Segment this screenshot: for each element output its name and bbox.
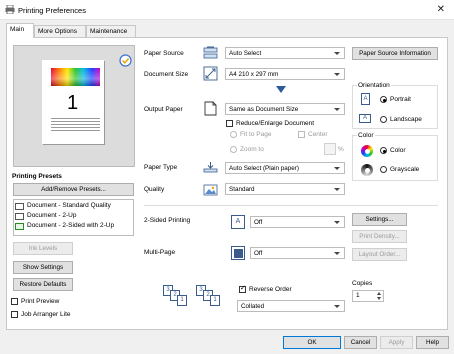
paper-source-select[interactable]: Auto Select bbox=[225, 47, 345, 59]
presets-heading: Printing Presets bbox=[12, 173, 62, 180]
print-density-button[interactable]: Print Density... bbox=[352, 230, 407, 243]
paper-type-label: Paper Type bbox=[144, 164, 178, 171]
landscape-icon: A bbox=[359, 114, 371, 123]
grayscale-icon-center bbox=[364, 167, 370, 173]
job-arranger-label: Job Arranger Lite bbox=[21, 311, 71, 318]
apply-button[interactable]: Apply bbox=[380, 336, 413, 349]
fit-to-page-radio[interactable] bbox=[230, 131, 237, 138]
portrait-radio[interactable] bbox=[380, 96, 387, 103]
grayscale-radio[interactable] bbox=[380, 166, 387, 173]
document-size-select[interactable]: A4 210 x 297 mm bbox=[225, 68, 345, 80]
output-paper-icon bbox=[203, 101, 218, 116]
page-stack-icon: 3 2 1 bbox=[196, 285, 224, 307]
two-sided-settings-button[interactable]: Settings... bbox=[352, 213, 407, 226]
job-arranger-checkbox[interactable] bbox=[11, 311, 18, 318]
color-label: Color bbox=[357, 132, 375, 139]
multi-page-icon-fill bbox=[233, 248, 243, 258]
color-wheel-center bbox=[364, 148, 370, 154]
document-icon bbox=[15, 213, 24, 220]
title-bar: Printing Preferences ✕ bbox=[0, 0, 454, 20]
quality-label: Quality bbox=[144, 186, 165, 193]
landscape-radio[interactable] bbox=[380, 116, 387, 123]
preview-color-shade bbox=[51, 68, 100, 86]
preview-page-number: 1 bbox=[67, 92, 79, 114]
printer-icon bbox=[5, 4, 15, 15]
document-icon bbox=[15, 203, 24, 210]
stack-page: 1 bbox=[177, 295, 187, 306]
grayscale-label: Grayscale bbox=[390, 166, 420, 173]
document-size-label: Document Size bbox=[144, 71, 189, 78]
preset-item[interactable]: Document - 2-Sided with 2-Up bbox=[15, 222, 133, 231]
portrait-label: Portrait bbox=[390, 96, 411, 103]
close-icon[interactable]: ✕ bbox=[437, 4, 445, 15]
print-preview-checkbox[interactable] bbox=[11, 298, 18, 305]
restore-defaults-button[interactable]: Restore Defaults bbox=[13, 278, 73, 291]
multi-page-label: Multi-Page bbox=[144, 249, 176, 256]
preset-item[interactable]: Document - 2-Up bbox=[15, 212, 133, 221]
orientation-label: Orientation bbox=[357, 82, 391, 89]
paper-type-icon bbox=[203, 160, 218, 175]
tab-main[interactable]: Main bbox=[6, 23, 34, 38]
zoom-percent-label: % bbox=[338, 146, 344, 153]
ready-check-icon bbox=[119, 54, 132, 69]
zoom-to-radio[interactable] bbox=[230, 146, 237, 153]
divider bbox=[144, 205, 438, 206]
paper-tray-icon bbox=[203, 46, 218, 59]
reduce-enlarge-label: Reduce/Enlarge Document bbox=[236, 120, 315, 127]
window-title: Printing Preferences bbox=[18, 6, 86, 15]
ink-levels-button[interactable]: Ink Levels bbox=[13, 242, 73, 255]
print-preview-label: Print Preview bbox=[21, 298, 60, 305]
reverse-order-checkbox[interactable] bbox=[239, 285, 246, 293]
two-sided-label: 2-Sided Printing bbox=[144, 217, 191, 224]
quality-select[interactable]: Standard bbox=[225, 183, 345, 195]
output-paper-select[interactable]: Same as Document Size bbox=[225, 103, 345, 115]
preset-label: Document - 2-Up bbox=[27, 212, 77, 219]
preview-lines bbox=[51, 118, 100, 132]
document-size-icon bbox=[203, 66, 218, 81]
page-stack-icon: 3 2 1 bbox=[163, 285, 191, 307]
landscape-label: Landscape bbox=[390, 116, 422, 123]
reverse-order-label: Reverse Order bbox=[249, 286, 292, 293]
preset-item[interactable]: Document - Standard Quality bbox=[15, 202, 133, 211]
paper-source-information-button[interactable]: Paper Source Information bbox=[352, 47, 438, 60]
stepper-up-icon[interactable] bbox=[377, 292, 381, 295]
color-option-label: Color bbox=[390, 147, 406, 154]
eco-document-icon bbox=[15, 223, 24, 230]
two-sided-select[interactable]: Off bbox=[250, 216, 345, 228]
collated-select[interactable]: Collated bbox=[237, 300, 345, 312]
stack-page: 1 bbox=[210, 295, 220, 306]
preset-label: Document - 2-Sided with 2-Up bbox=[27, 222, 115, 229]
portrait-icon: A bbox=[361, 93, 370, 105]
zoom-to-label: Zoom to bbox=[240, 146, 264, 153]
center-label: Center bbox=[308, 131, 328, 138]
center-checkbox[interactable] bbox=[298, 131, 305, 138]
add-remove-presets-button[interactable]: Add/Remove Presets... bbox=[13, 183, 134, 196]
help-button[interactable]: Help bbox=[416, 336, 449, 349]
color-radio[interactable] bbox=[380, 147, 387, 154]
multi-page-select[interactable]: Off bbox=[250, 247, 345, 259]
output-paper-label: Output Paper bbox=[144, 106, 183, 113]
copies-label: Copies bbox=[352, 280, 373, 287]
quality-icon bbox=[203, 182, 218, 197]
paper-source-label: Paper Source bbox=[144, 50, 184, 57]
ok-button[interactable]: OK bbox=[283, 336, 341, 349]
cancel-button[interactable]: Cancel bbox=[344, 336, 377, 349]
show-settings-button[interactable]: Show Settings bbox=[13, 261, 73, 274]
two-sided-icon: A bbox=[231, 215, 245, 229]
stepper-down-icon[interactable] bbox=[377, 297, 381, 300]
down-arrow-icon bbox=[276, 86, 286, 93]
paper-type-select[interactable]: Auto Select (Plain paper) bbox=[225, 162, 345, 174]
layout-order-button[interactable]: Layout Order... bbox=[352, 248, 407, 261]
preset-label: Document - Standard Quality bbox=[27, 202, 111, 209]
fit-to-page-label: Fit to Page bbox=[240, 131, 272, 138]
reduce-enlarge-checkbox[interactable] bbox=[226, 120, 233, 127]
zoom-stepper[interactable] bbox=[324, 143, 336, 155]
